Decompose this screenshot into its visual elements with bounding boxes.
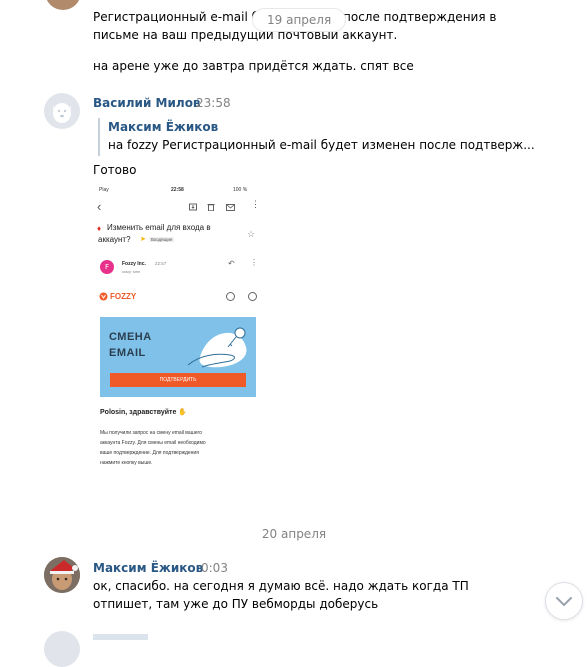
status-carrier: Play bbox=[99, 187, 109, 193]
message-text-line: письме на ваш предыдущий почтовый аккаун… bbox=[93, 28, 398, 42]
avatar-partial-top[interactable] bbox=[45, 0, 81, 10]
chevron-down-icon bbox=[556, 597, 572, 606]
inbox-label: Входящие bbox=[149, 237, 175, 242]
mail-icon bbox=[226, 204, 235, 211]
message-author[interactable]: Василий Милов bbox=[93, 96, 201, 110]
status-battery: 100 % bbox=[233, 187, 248, 193]
body-line: Мы получили запрос на смену email вашего bbox=[100, 430, 202, 436]
email-banner: СМЕНА EMAIL ПОДТВЕРДИТЬ bbox=[100, 317, 256, 397]
message-time[interactable]: 0:03 bbox=[201, 561, 228, 575]
email-subject-line: аккаунт? bbox=[98, 235, 131, 244]
sender-time: 22:57 bbox=[155, 261, 167, 266]
message-text-line: отпишет, там уже до ПУ вебморды доберусь bbox=[93, 597, 379, 611]
message-text-line: после подтверждения в bbox=[343, 10, 497, 24]
trash-icon bbox=[207, 204, 215, 211]
fozzy-logo-icon bbox=[99, 292, 108, 301]
reply-quote[interactable]: Максим Ёжиков на fozzy Регистрационный e… bbox=[98, 118, 535, 156]
important-marker-icon: ♦ bbox=[97, 224, 102, 233]
banner-title-line: СМЕНА bbox=[109, 331, 152, 343]
more-icon: ⋮ bbox=[251, 199, 260, 209]
banner-title-line: EMAIL bbox=[109, 347, 146, 359]
sender-avatar: F bbox=[100, 260, 114, 274]
sender-recipient: кому: мне bbox=[122, 269, 141, 274]
avatar[interactable] bbox=[44, 93, 80, 129]
email-subject-line: Изменить email для входа в bbox=[107, 223, 211, 232]
message-text-line: Регистрационный e-mail б bbox=[93, 10, 260, 24]
message-text-line: ок, спасибо. на сегодня я думаю всё. над… bbox=[93, 579, 469, 593]
message-author[interactable]: Максим Ёжиков bbox=[93, 561, 203, 575]
message-time[interactable]: 23:58 bbox=[196, 96, 231, 110]
date-pill: 19 апреля bbox=[252, 8, 347, 32]
brand-name: FOZZY bbox=[110, 292, 137, 301]
sender-name: Fozzy Inc. bbox=[122, 261, 146, 267]
reply-icon: ↶ bbox=[228, 259, 235, 268]
label-arrow-icon: ➤ bbox=[140, 236, 146, 243]
account-icon bbox=[248, 292, 257, 301]
attached-screenshot[interactable]: Play 22:58 100 % ‹ ⋮ ♦ Изменить email дл… bbox=[93, 185, 265, 475]
avatar[interactable] bbox=[44, 557, 80, 593]
body-line: нажмите кнопку выше. bbox=[100, 460, 153, 466]
message-text-line: на арене уже до завтра придётся ждать. с… bbox=[93, 59, 414, 73]
message-text: Готово bbox=[93, 163, 137, 177]
body-line: ваше подтверждение. Для подтверждения bbox=[100, 450, 199, 456]
confirm-button[interactable]: ПОДТВЕРДИТЬ bbox=[110, 373, 246, 387]
reply-text: на fozzy Регистрационный e-mail будет из… bbox=[108, 138, 535, 152]
date-separator: 20 апреля bbox=[261, 527, 327, 541]
more-icon: ⋮ bbox=[250, 258, 258, 267]
scroll-down-button[interactable] bbox=[545, 582, 583, 620]
reply-author: Максим Ёжиков bbox=[108, 120, 219, 134]
star-icon: ☆ bbox=[247, 229, 256, 239]
avatar-partial-bottom[interactable] bbox=[44, 631, 80, 667]
back-arrow-icon: ‹ bbox=[97, 199, 102, 214]
message-author-partial bbox=[93, 634, 148, 640]
greeting: Polosin, здравствуйте ✋ bbox=[100, 409, 188, 416]
hand-wave-icon: ✋ bbox=[178, 409, 188, 416]
archive-icon bbox=[189, 203, 197, 211]
hand-key-illustration-icon bbox=[187, 327, 247, 368]
default-avatar-icon bbox=[53, 103, 71, 123]
status-time: 22:58 bbox=[171, 187, 184, 193]
body-line: аккаунта Fozzy. Для смены email необходи… bbox=[100, 440, 206, 446]
user-photo-icon bbox=[44, 557, 80, 593]
help-icon bbox=[226, 292, 235, 301]
